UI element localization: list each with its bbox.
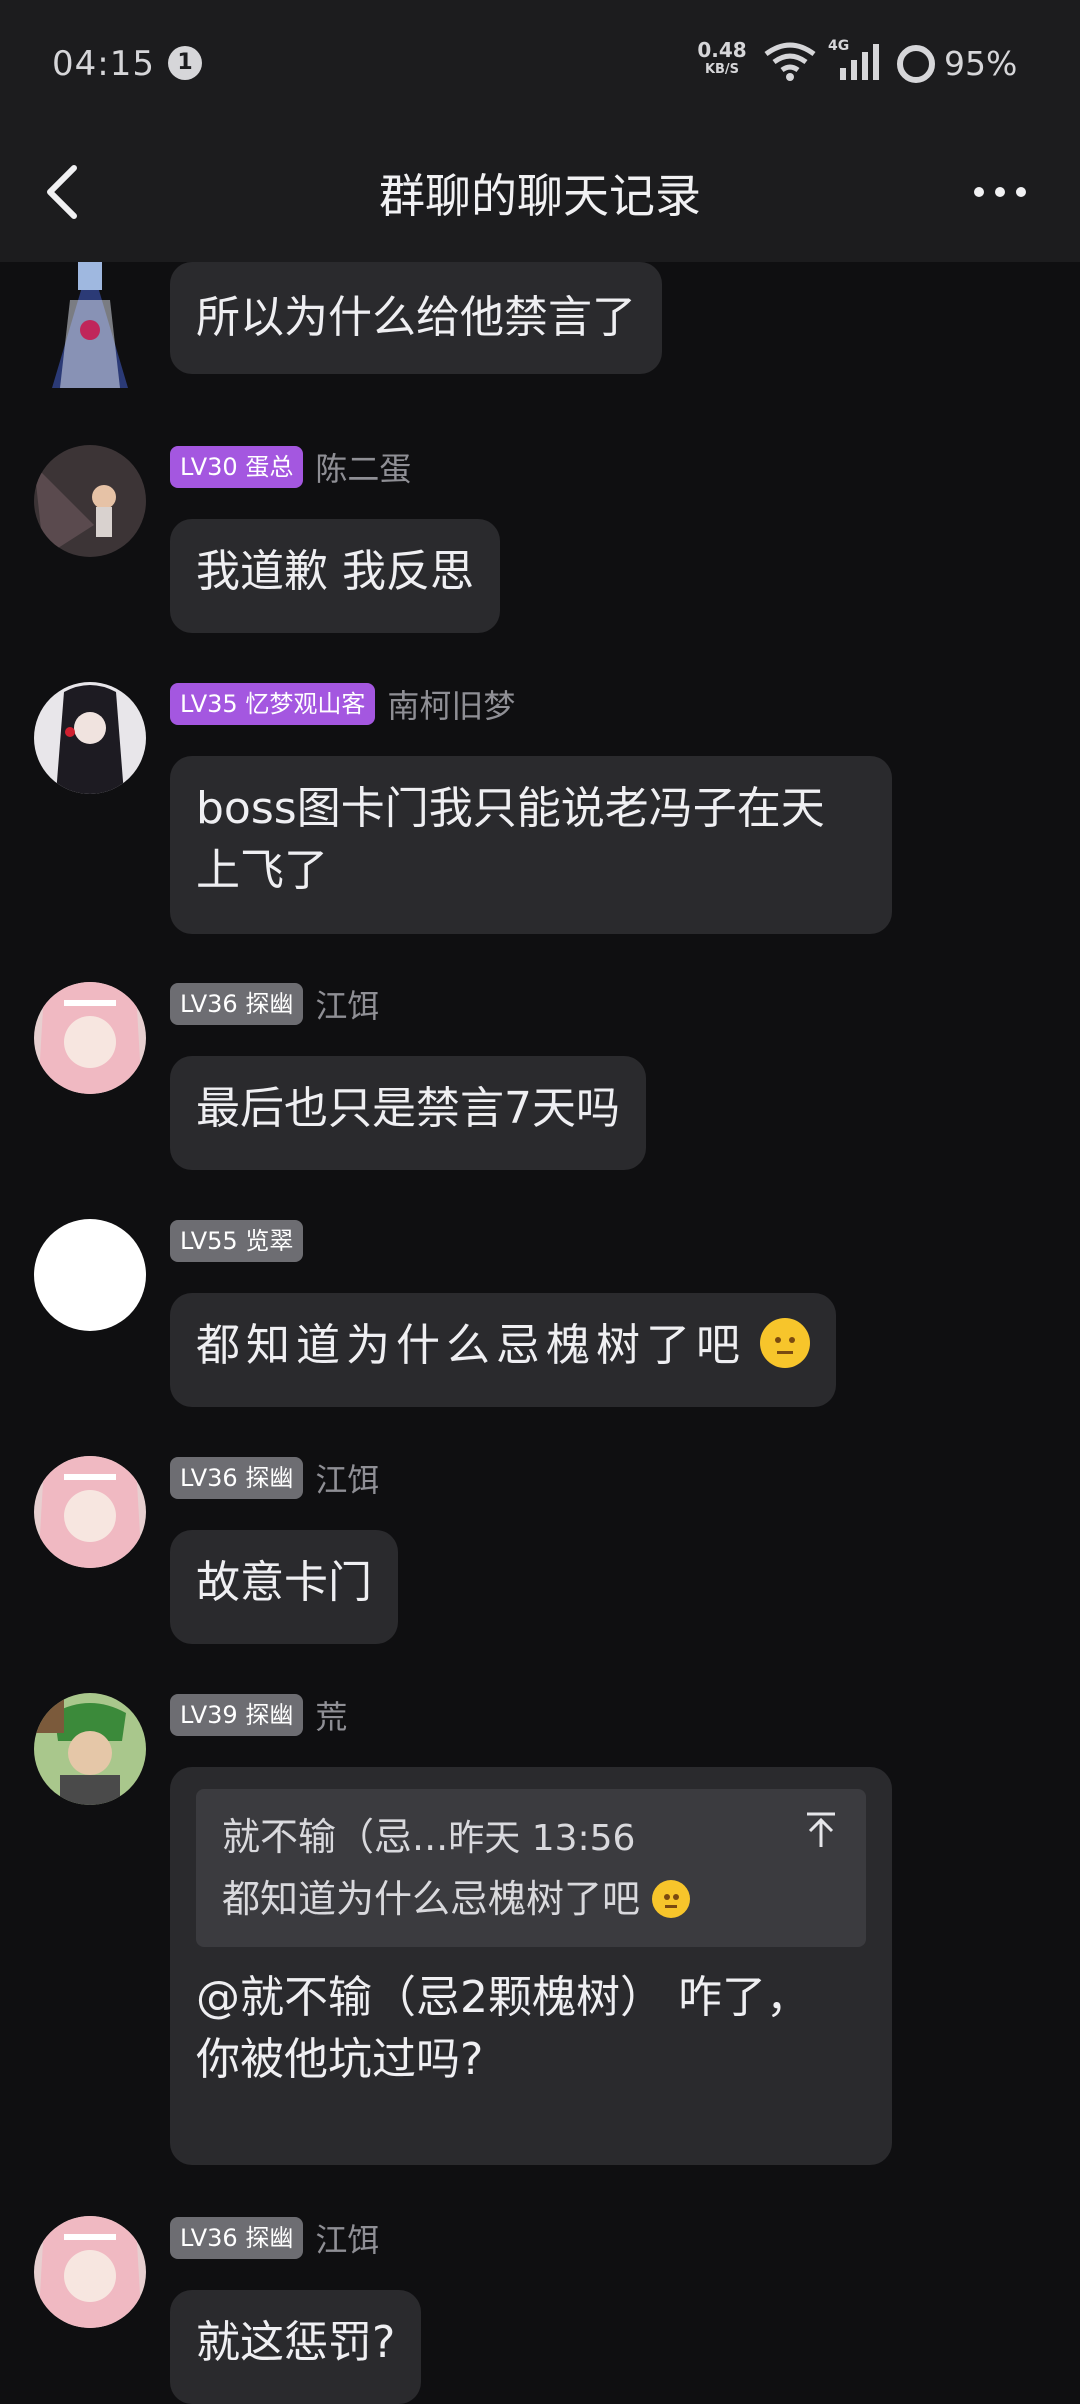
quoted-message[interactable]: 就不输（忌...昨天 13:56 都知道为什么忌槐树了吧 (196, 1789, 866, 1947)
user-avatar-icon (34, 982, 146, 1094)
quoted-text: 都知道为什么忌槐树了吧 (222, 1877, 641, 1921)
avatar[interactable] (34, 445, 146, 557)
signal-icon (840, 44, 879, 80)
more-button[interactable] (964, 160, 1036, 224)
avatar[interactable] (40, 240, 140, 390)
user-avatar-icon (34, 682, 146, 794)
top-bar: 04:15 1 0.48 KB/S 4G 95% 群聊的聊天记录 (0, 0, 1080, 262)
sender-meta: LV39 探幽 荒 (170, 1693, 347, 1737)
message-bubble[interactable]: 故意卡门 (170, 1530, 398, 1644)
message-bubble[interactable]: 所以为什么给他禁言了 (170, 262, 662, 374)
sender-name[interactable]: 江饵 (315, 1455, 379, 1501)
user-avatar-icon (34, 2216, 146, 2328)
character-avatar-icon (40, 240, 140, 390)
avatar[interactable] (34, 2216, 146, 2328)
sender-meta: LV36 探幽 江饵 (170, 2216, 379, 2260)
level-badge: LV36 探幽 (170, 983, 304, 1025)
message-bubble[interactable]: 都知道为什么忌槐树了吧 (170, 1293, 836, 1407)
quoted-sender: 就不输（忌... (222, 1815, 449, 1859)
level-badge: LV36 探幽 (170, 1457, 304, 1499)
sender-meta: LV36 探幽 江饵 (170, 982, 379, 1026)
sender-meta: LV30 蛋总 陈二蛋 (170, 445, 411, 489)
page-title: 群聊的聊天记录 (379, 169, 701, 223)
user-avatar-icon (34, 445, 146, 557)
sender-name[interactable]: 南柯旧梦 (387, 681, 515, 727)
chevron-left-icon (47, 165, 77, 219)
level-badge: LV35 忆梦观山客 (170, 683, 376, 725)
user-avatar-icon (34, 1456, 146, 1568)
level-badge: LV39 探幽 (170, 1694, 304, 1736)
message-bubble[interactable]: boss图卡门我只能说老冯子在天 上飞了 (170, 756, 892, 934)
level-badge: LV36 探幽 (170, 2217, 304, 2259)
sender-name[interactable]: 陈二蛋 (315, 444, 411, 490)
message-bubble[interactable]: 就这惩罚? (170, 2290, 422, 2404)
message-bubble[interactable]: 就不输（忌...昨天 13:56 都知道为什么忌槐树了吧 @就不输（忌2颗槐树）… (170, 1767, 892, 2165)
neutral-face-emoji-icon (652, 1880, 691, 1918)
more-dots-icon (974, 187, 1026, 197)
net-speed: 0.48 KB/S (697, 38, 747, 77)
battery-level: 95% (944, 44, 1018, 83)
message-bubble[interactable]: 最后也只是禁言7天吗 (170, 1056, 646, 1170)
wifi-icon (764, 42, 816, 81)
avatar[interactable] (34, 1693, 146, 1805)
status-time: 04:15 (52, 44, 155, 84)
sender-name[interactable]: 江饵 (315, 2215, 379, 2261)
message-bubble[interactable]: 我道歉 我反思 (170, 519, 500, 633)
nav-bar: 群聊的聊天记录 (0, 140, 1080, 244)
avatar[interactable] (34, 682, 146, 794)
jump-to-top-icon[interactable] (804, 1811, 838, 1849)
notification-badge: 1 (168, 46, 202, 80)
status-bar: 04:15 1 0.48 KB/S 4G 95% (0, 30, 1080, 100)
sender-name[interactable]: 江饵 (315, 981, 379, 1027)
sender-meta: LV36 探幽 江饵 (170, 1456, 379, 1500)
avatar[interactable] (34, 1456, 146, 1568)
user-avatar-icon (34, 1693, 146, 1805)
avatar[interactable] (34, 1219, 146, 1331)
sender-meta: LV55 览翠 (170, 1219, 315, 1263)
battery-icon (897, 45, 935, 83)
neutral-face-emoji-icon (760, 1318, 810, 1368)
sender-meta: LV35 忆梦观山客 南柯旧梦 (170, 682, 515, 726)
level-badge: LV55 览翠 (170, 1220, 304, 1262)
quoted-time: 昨天 13:56 (448, 1818, 636, 1859)
back-button[interactable] (30, 160, 94, 224)
avatar[interactable] (34, 982, 146, 1094)
level-badge: LV30 蛋总 (170, 446, 304, 488)
sender-name[interactable]: 荒 (315, 1692, 347, 1738)
